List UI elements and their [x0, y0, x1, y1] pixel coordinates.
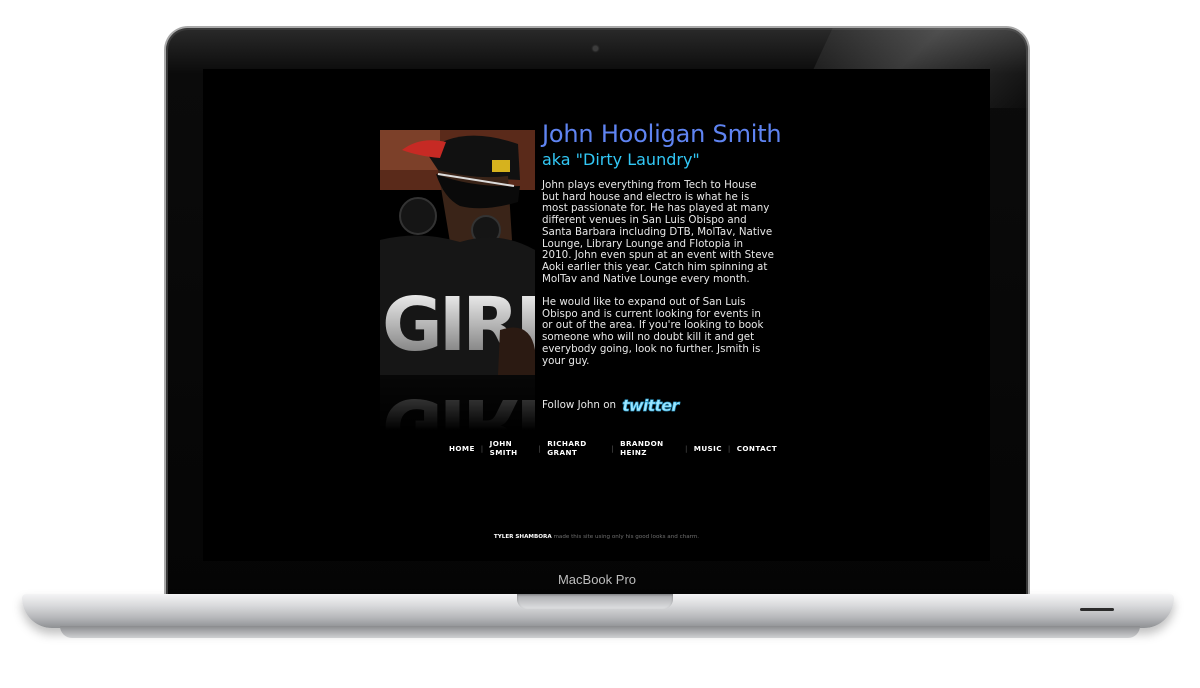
bio: John plays everything from Tech to House…: [542, 179, 774, 379]
laptop-base-bottom: [60, 626, 1140, 638]
lid-notch: [517, 594, 673, 609]
follow-row: Follow John on twitter: [542, 394, 680, 416]
follow-text: Follow John on: [542, 399, 617, 411]
nav-brandon-heinz[interactable]: BRANDON HEINZ: [614, 439, 685, 457]
footer-text: made this site using only his good looks…: [553, 534, 700, 540]
dj-photo: GIRL GIRL: [380, 130, 535, 430]
site-footer: TYLER SHAMBORA made this site using only…: [203, 534, 990, 540]
screen: GIRL GIRL John Hooligan Smith aka "Dirty…: [203, 69, 990, 561]
camera-icon: [593, 46, 598, 51]
bio-paragraph: He would like to expand out of San Luis …: [542, 296, 764, 367]
bio-paragraph: John plays everything from Tech to House…: [542, 179, 774, 285]
nav-music[interactable]: MUSIC: [688, 444, 728, 453]
laptop-lid: GIRL GIRL John Hooligan Smith aka "Dirty…: [166, 28, 1028, 598]
nav-richard-grant[interactable]: RICHARD GRANT: [541, 439, 611, 457]
laptop-base: [22, 594, 1174, 628]
nav-home[interactable]: HOME: [443, 444, 481, 453]
nav-contact[interactable]: CONTACT: [731, 444, 783, 453]
footer-author: TYLER SHAMBORA: [493, 534, 552, 540]
nav-john-smith[interactable]: JOHN SMITH: [484, 439, 539, 457]
device-label: MacBook Pro: [557, 572, 637, 587]
twitter-link[interactable]: twitter: [622, 395, 680, 415]
page-subtitle: aka "Dirty Laundry": [542, 150, 700, 169]
main-nav: HOME | JOHN SMITH | RICHARD GRANT | BRAN…: [443, 439, 783, 457]
sleep-indicator: [1080, 608, 1114, 611]
page-title: John Hooligan Smith: [542, 120, 782, 148]
